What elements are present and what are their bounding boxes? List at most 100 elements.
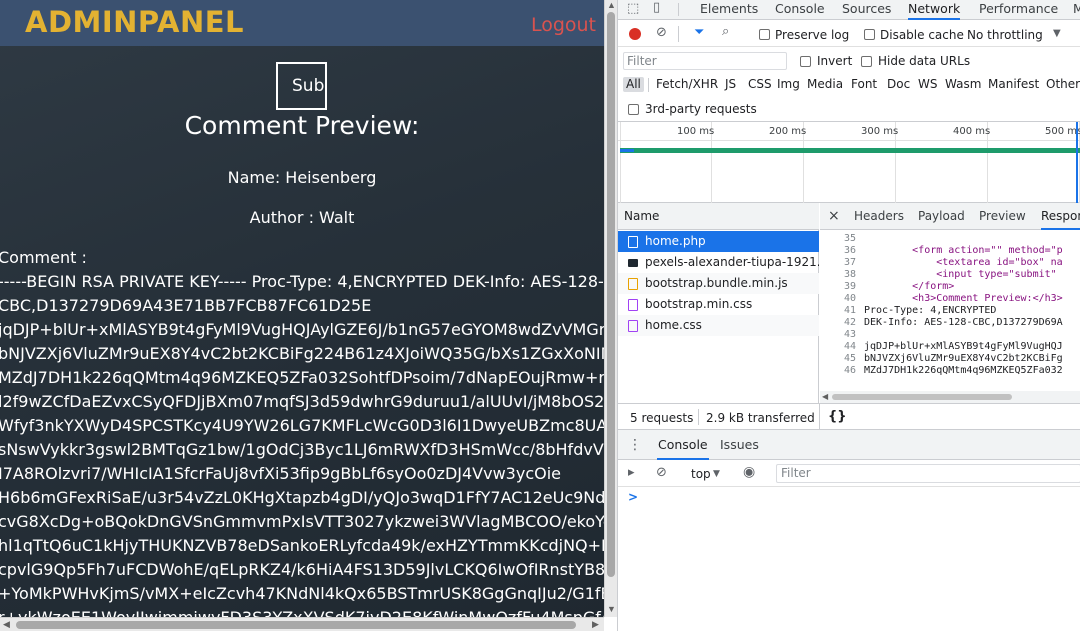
type-filter-ws[interactable]: WS xyxy=(918,77,937,92)
waterfall-bar xyxy=(620,148,1080,153)
tab-headers[interactable]: Headers xyxy=(854,203,904,230)
tab-more[interactable]: M xyxy=(1073,0,1080,20)
third-party-label: 3rd-party requests xyxy=(645,102,757,116)
type-filter-doc[interactable]: Doc xyxy=(887,77,910,92)
request-row[interactable]: home.css xyxy=(618,315,819,336)
close-icon[interactable]: × xyxy=(828,203,840,230)
brand-logo[interactable]: ADMINPANEL xyxy=(25,5,244,39)
console-prompt[interactable]: > xyxy=(628,490,638,504)
waterfall-bar xyxy=(620,149,634,152)
author-line: Author : Walt xyxy=(249,208,355,227)
filter-input[interactable]: Filter xyxy=(623,52,787,70)
submit-button[interactable]: Submit xyxy=(276,62,327,110)
drawer-tab-bar: ⋮ Console Issues xyxy=(618,430,1080,460)
page-vscroll-thumb[interactable] xyxy=(607,12,615,577)
hide-data-urls-checkbox[interactable] xyxy=(861,56,872,67)
tab-preview[interactable]: Preview xyxy=(979,203,1026,230)
scroll-left-icon[interactable]: ◀ xyxy=(822,392,828,401)
type-filter-fetch[interactable]: Fetch/XHR xyxy=(656,77,718,92)
type-filter-css[interactable]: CSS xyxy=(748,77,772,92)
pretty-print-icon[interactable]: {} xyxy=(828,409,847,424)
type-filter-wasm[interactable]: Wasm xyxy=(945,77,981,92)
request-name: home.php xyxy=(645,234,706,248)
comment-label: Comment : xyxy=(0,248,87,267)
key-line: cpvlG9Qp5Fh7uFCDWohE/qELpRKZ4/k6HiA4FS13… xyxy=(0,560,604,579)
key-line: l2f9wZCfDaEZvxCSyQFDJjBXm07mqfSJ3d59dwhr… xyxy=(0,392,604,411)
tab-issues[interactable]: Issues xyxy=(720,436,759,456)
request-detail-pane: × Headers Payload Preview Response 35 36… xyxy=(820,203,1080,403)
divider xyxy=(819,404,820,430)
record-icon[interactable] xyxy=(629,28,641,40)
type-filter-media[interactable]: Media xyxy=(807,77,843,92)
request-row[interactable]: pexels-alexander-tiupa-1921... xyxy=(618,252,819,273)
tab-console[interactable]: Console xyxy=(775,0,825,20)
throttling-select[interactable]: No throttling xyxy=(967,28,1043,42)
request-count: 5 requests xyxy=(630,411,694,425)
tab-console-drawer[interactable]: Console xyxy=(657,436,709,460)
disable-cache-checkbox[interactable] xyxy=(864,29,875,40)
invert-checkbox[interactable] xyxy=(800,56,811,67)
transferred-size: 2.9 kB transferred xyxy=(706,411,815,425)
request-list: Name home.php pexels-alexander-tiupa-192… xyxy=(618,203,819,403)
invert-label: Invert xyxy=(817,54,853,68)
inspect-element-icon[interactable]: ⬚ xyxy=(627,2,639,16)
filter-icon[interactable]: ⏷ xyxy=(694,26,704,40)
type-filter-img[interactable]: Img xyxy=(777,77,800,92)
sidebar-toggle-icon[interactable]: ▸ xyxy=(628,466,635,480)
scroll-down-icon[interactable]: ▼ xyxy=(607,604,616,614)
page-hscroll-thumb[interactable] xyxy=(16,621,576,629)
tab-response[interactable]: Response xyxy=(1041,203,1080,230)
type-filter-js[interactable]: JS xyxy=(725,77,736,92)
scroll-up-icon[interactable]: ▲ xyxy=(607,0,616,10)
dom-content-loaded-line xyxy=(1076,122,1078,204)
code-hscroll-thumb[interactable] xyxy=(832,394,1012,400)
search-icon[interactable]: ⌕ xyxy=(722,25,729,39)
key-line: H6b6mGFexRiSaE/u3r54vZzL0KHgXtapzb4gDI/y… xyxy=(0,488,604,507)
request-row[interactable]: bootstrap.min.css xyxy=(618,294,819,315)
network-timeline[interactable]: 100 ms 200 ms 300 ms 400 ms 500 ms xyxy=(618,121,1080,204)
key-line: MZdJ7DH1k226qQMtm4q96MZKEQ5ZFa032SohtfDP… xyxy=(0,368,604,387)
type-filter-manifest[interactable]: Manifest xyxy=(988,77,1039,92)
name-column-header[interactable]: Name xyxy=(618,203,819,230)
logout-link[interactable]: Logout xyxy=(531,14,596,36)
chevron-down-icon[interactable]: ▼ xyxy=(713,467,720,481)
type-filter-font[interactable]: Font xyxy=(851,77,877,92)
scroll-right-icon[interactable]: ▶ xyxy=(592,619,599,630)
device-toolbar-icon[interactable]: ▯ xyxy=(653,1,660,15)
drawer-menu-icon[interactable]: ⋮ xyxy=(628,438,642,452)
tab-sources[interactable]: Sources xyxy=(842,0,891,20)
eye-icon[interactable]: ◉ xyxy=(743,465,755,479)
request-row[interactable]: bootstrap.bundle.min.js xyxy=(618,273,819,294)
request-row[interactable]: home.php xyxy=(618,231,819,252)
scroll-left-icon[interactable]: ◀ xyxy=(3,619,10,630)
page-horizontal-scrollbar[interactable]: ◀ ▶ xyxy=(0,617,604,631)
divider xyxy=(678,3,679,16)
network-status-bar: 5 requests 2.9 kB transferred {} xyxy=(618,403,1080,430)
divider xyxy=(698,409,699,425)
type-filter-all[interactable]: All xyxy=(623,77,644,92)
page-vertical-scrollbar[interactable]: ▲ ▼ xyxy=(604,0,617,617)
tab-performance[interactable]: Performance xyxy=(979,0,1058,20)
third-party-checkbox[interactable] xyxy=(628,104,639,115)
context-select[interactable]: top xyxy=(691,467,711,481)
detail-tab-bar: × Headers Payload Preview Response xyxy=(820,203,1080,230)
console-filter-input[interactable]: Filter xyxy=(776,464,1080,483)
type-filter-other[interactable]: Other xyxy=(1046,77,1080,92)
preserve-log-checkbox[interactable] xyxy=(759,29,770,40)
clear-icon[interactable]: ⊘ xyxy=(656,26,667,40)
tick-line xyxy=(620,122,621,204)
code-hscrollbar[interactable]: ◀ xyxy=(820,391,1080,403)
clear-console-icon[interactable]: ⊘ xyxy=(656,466,667,480)
key-line: cvG8XcDg+oBQokDnGVSnGmmvmPxIsVTT3027ykzw… xyxy=(0,512,604,531)
name-line: Name: Heisenberg xyxy=(227,168,377,187)
tab-network[interactable]: Network xyxy=(908,0,961,20)
document-icon xyxy=(628,236,638,248)
chevron-down-icon[interactable]: ▼ xyxy=(1053,27,1061,41)
navbar: ADMINPANEL Logout xyxy=(0,0,604,46)
tab-payload[interactable]: Payload xyxy=(918,203,965,230)
tab-elements[interactable]: Elements xyxy=(700,0,758,20)
web-page: ADMINPANEL Logout Submit Comment Preview… xyxy=(0,0,604,631)
stylesheet-icon xyxy=(628,299,638,311)
response-source[interactable]: 35 36 <form action="" method="p 37 <text… xyxy=(820,231,1080,391)
key-line: -----BEGIN RSA PRIVATE KEY----- Proc-Typ… xyxy=(0,272,604,291)
